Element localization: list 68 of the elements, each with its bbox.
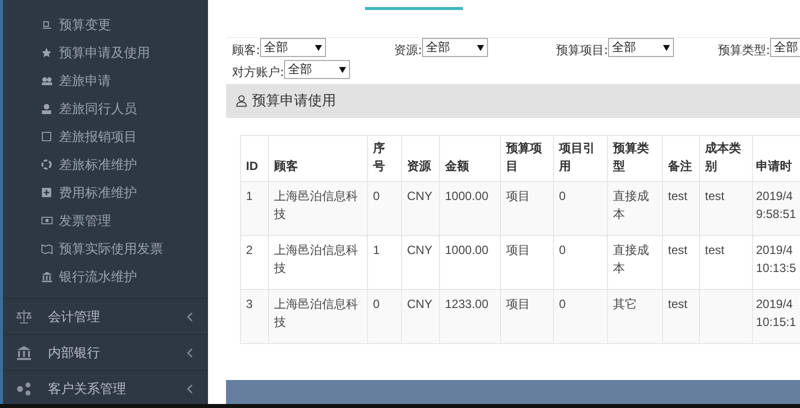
dropdown-arrow-icon xyxy=(663,44,670,50)
table-cell: 3 xyxy=(240,290,268,344)
filter-label: 顾客: xyxy=(232,42,260,59)
dropdown-arrow-icon xyxy=(339,66,346,72)
sidebar-item[interactable]: 发票管理 xyxy=(3,207,208,235)
filter-dropdown[interactable]: 全部 xyxy=(260,38,326,57)
menu-item-icon xyxy=(41,215,53,227)
table-cell: 项目 xyxy=(500,290,554,344)
section-icon xyxy=(16,380,32,396)
dropdown-arrow-icon xyxy=(315,44,322,50)
table-cell: 0 xyxy=(368,182,402,236)
menu-item-icon xyxy=(41,75,53,87)
table-cell: 0 xyxy=(554,290,608,344)
table-cell: 2019/4 9:58:51 xyxy=(752,182,800,236)
table-cell: CNY xyxy=(402,182,440,236)
section-icon xyxy=(16,344,32,360)
filter-dropdown[interactable]: 全部 xyxy=(422,38,488,57)
menu-item-icon xyxy=(41,103,53,115)
section-icon xyxy=(16,308,32,324)
table-cell: 0 xyxy=(368,290,402,344)
menu-item-icon xyxy=(41,19,53,31)
sidebar-item[interactable]: 差旅申请 xyxy=(3,67,208,95)
sidebar-item[interactable]: 银行流水维护 xyxy=(3,263,208,291)
table-cell: 2019/4 10:15:1 xyxy=(752,290,800,344)
chevron-icon xyxy=(186,312,194,322)
table-cell: 上海邑泊信息科技 xyxy=(268,182,368,236)
table-cell: 项目 xyxy=(500,182,554,236)
filter-label: 资源: xyxy=(394,42,422,59)
table-cell: 0 xyxy=(554,182,608,236)
column-header: ID xyxy=(240,136,268,182)
table-cell: test xyxy=(662,182,700,236)
table-cell: 1233.00 xyxy=(440,290,500,344)
sidebar-section[interactable]: 会计管理 xyxy=(3,298,208,334)
filter-dropdown[interactable]: 全部 xyxy=(770,38,800,57)
table-cell: 1 xyxy=(240,182,268,236)
menu-item-icon xyxy=(41,47,53,59)
table-cell: 上海邑泊信息科技 xyxy=(268,290,368,344)
filter-dropdown[interactable]: 全部 xyxy=(284,60,350,79)
chevron-icon xyxy=(186,384,194,394)
table-cell: 1000.00 xyxy=(440,182,500,236)
table-cell: 直接成本 xyxy=(608,182,662,236)
sidebar-item[interactable]: 差旅标准维护 xyxy=(3,151,208,179)
menu-item-icon xyxy=(41,271,53,283)
sidebar-item[interactable]: 费用标准维护 xyxy=(3,179,208,207)
table-cell: test xyxy=(662,290,700,344)
sidebar-section[interactable]: 内部银行 xyxy=(3,334,208,370)
menu-item-icon xyxy=(41,131,53,143)
menu-item-icon xyxy=(41,243,53,255)
table-cell: 2 xyxy=(240,236,268,290)
table-cell: 其它 xyxy=(608,290,662,344)
sidebar-item[interactable]: 预算实际使用发票 xyxy=(3,235,208,263)
filter-label: 预算项目: xyxy=(556,42,608,59)
dropdown-arrow-icon xyxy=(477,44,484,50)
sidebar-section[interactable]: 客户关系管理 xyxy=(3,370,208,404)
filter-dropdown[interactable]: 全部 xyxy=(608,38,674,57)
sidebar-item[interactable]: 预算变更 xyxy=(3,11,208,39)
table-cell: CNY xyxy=(402,290,440,344)
user-icon xyxy=(236,95,247,107)
chevron-icon xyxy=(186,348,194,358)
sidebar-item[interactable]: 差旅同行人员 xyxy=(3,95,208,123)
panel-title: 预算申请使用 xyxy=(252,92,336,110)
sidebar-item[interactable]: 预算申请及使用 xyxy=(3,39,208,67)
table-cell: test xyxy=(700,182,752,236)
menu-item-icon xyxy=(41,159,53,171)
filter-label: 对方账户: xyxy=(232,64,284,81)
filter-label: 预算类型: xyxy=(718,42,770,59)
menu-item-icon xyxy=(41,187,53,199)
sidebar-item[interactable]: 差旅报销项目 xyxy=(3,123,208,151)
